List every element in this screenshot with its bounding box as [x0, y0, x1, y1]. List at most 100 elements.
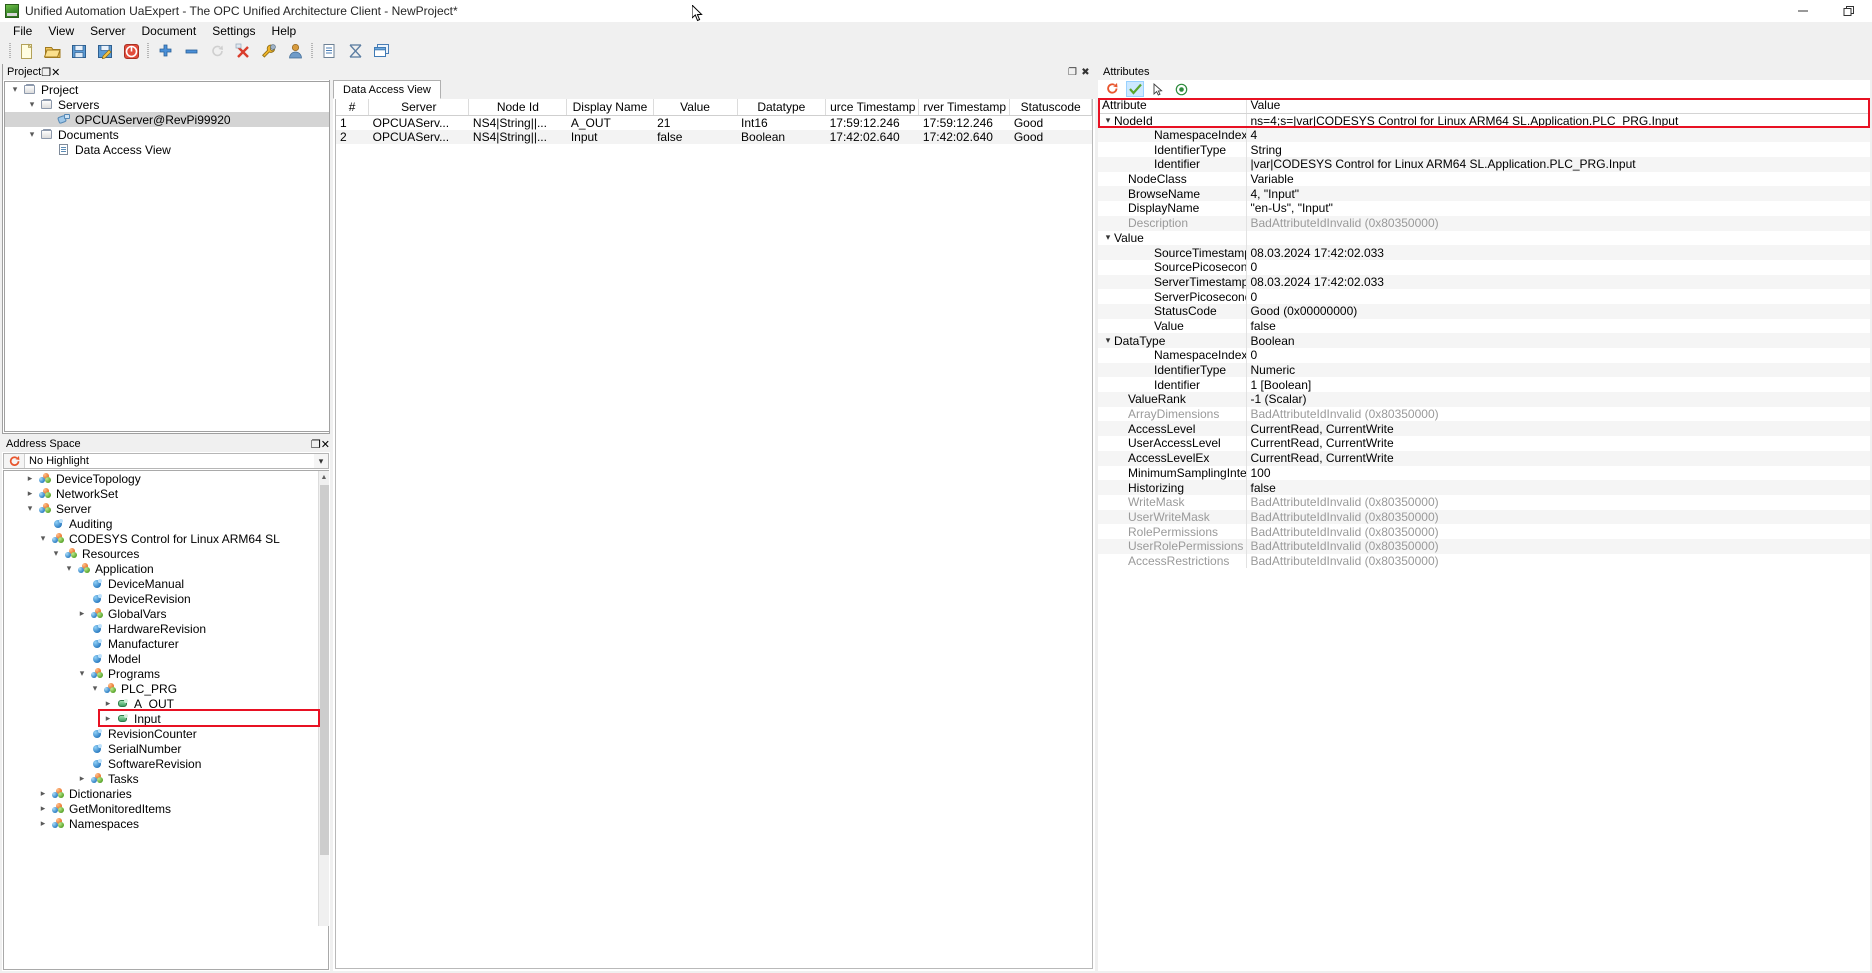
cursor-select-icon[interactable] — [1149, 81, 1167, 97]
tree-item[interactable]: ▸Input — [4, 711, 328, 726]
project-tree[interactable]: ▾Project▾Servers▸OPCUAServer@RevPi99920▾… — [4, 81, 330, 432]
chevron-right-icon[interactable]: ▸ — [101, 713, 115, 724]
chevron-down-icon[interactable]: ▾ — [25, 99, 39, 110]
tree-item[interactable]: ▸DeviceManual — [4, 576, 328, 591]
address-space-close-button[interactable]: ✕ — [321, 438, 330, 451]
data-access-table-body[interactable]: 1OPCUAServ...NS4|String||...A_OUT21Int16… — [336, 115, 1092, 144]
column-header[interactable]: Statuscode — [1010, 99, 1092, 115]
attribute-row[interactable]: ▾MinimumSamplingInterval100 — [1098, 466, 1870, 481]
menu-file[interactable]: File — [5, 23, 40, 39]
chevron-down-icon[interactable]: ▾ — [75, 668, 89, 679]
chevron-down-icon[interactable]: ▾ — [1102, 232, 1114, 243]
tree-item[interactable]: ▾Programs — [4, 666, 328, 681]
attribute-row[interactable]: ▾DisplayName"en-Us", "Input" — [1098, 201, 1870, 216]
restore-button[interactable] — [1826, 0, 1872, 22]
certificate-icon[interactable] — [342, 40, 368, 62]
attribute-row[interactable]: ▾ServerPicoseconds0 — [1098, 289, 1870, 304]
attribute-row[interactable]: ▾Identifier1 [Boolean] — [1098, 377, 1870, 392]
column-header[interactable]: Node Id — [469, 99, 567, 115]
attribute-row[interactable]: ▾WriteMaskBadAttributeIdInvalid (0x80350… — [1098, 495, 1870, 510]
attribute-row[interactable]: ▾RolePermissionsBadAttributeIdInvalid (0… — [1098, 524, 1870, 539]
tree-item[interactable]: ▸DeviceRevision — [4, 591, 328, 606]
attribute-row[interactable]: ▾Valuefalse — [1098, 319, 1870, 334]
new-window-icon[interactable] — [368, 40, 394, 62]
address-space-float-button[interactable]: ❐ — [311, 438, 321, 451]
document-close-button[interactable]: ✖ — [1079, 67, 1092, 78]
attributes-table-body[interactable]: AttributeValue▾NodeIdns=4;s=|var|CODESYS… — [1098, 98, 1870, 568]
value-column-header[interactable]: Value — [1246, 98, 1870, 113]
tree-item[interactable]: ▾Servers — [5, 97, 329, 112]
tree-item[interactable]: ▾Project — [5, 82, 329, 97]
attribute-row[interactable]: ▾IdentifierTypeNumeric — [1098, 363, 1870, 378]
save-project-icon[interactable] — [66, 40, 92, 62]
chevron-down-icon[interactable]: ▾ — [36, 533, 50, 544]
add-document-icon[interactable] — [316, 40, 342, 62]
remove-server-icon[interactable] — [178, 40, 204, 62]
scrollbar-thumb[interactable] — [320, 485, 329, 855]
attribute-row[interactable]: ▾UserAccessLevelCurrentRead, CurrentWrit… — [1098, 436, 1870, 451]
record-target-icon[interactable] — [1172, 81, 1190, 97]
chevron-right-icon[interactable]: ▸ — [36, 788, 50, 799]
chevron-down-icon[interactable]: ▾ — [23, 503, 37, 514]
chevron-right-icon[interactable]: ▸ — [36, 818, 50, 829]
delete-icon[interactable] — [230, 40, 256, 62]
column-header[interactable]: urce Timestamp — [826, 99, 919, 115]
project-panel-close-button[interactable]: ✕ — [51, 66, 60, 79]
chevron-right-icon[interactable]: ▸ — [23, 473, 37, 484]
attribute-row[interactable]: ▾NamespaceIndex0 — [1098, 348, 1870, 363]
attribute-row[interactable]: ▾Value — [1098, 231, 1870, 246]
add-server-icon[interactable] — [152, 40, 178, 62]
chevron-right-icon[interactable]: ▸ — [36, 803, 50, 814]
refresh-attributes-icon[interactable] — [1103, 81, 1121, 97]
attributes-grid[interactable]: AttributeValue▾NodeIdns=4;s=|var|CODESYS… — [1098, 98, 1870, 971]
tree-item[interactable]: ▸Data Access View — [5, 142, 329, 157]
attribute-row[interactable]: ▾DescriptionBadAttributeIdInvalid (0x803… — [1098, 216, 1870, 231]
chevron-right-icon[interactable]: ▸ — [23, 488, 37, 499]
tree-item[interactable]: ▸RevisionCounter — [4, 726, 328, 741]
tree-item[interactable]: ▾Server — [4, 501, 328, 516]
attribute-row[interactable]: ▾DataTypeBoolean — [1098, 333, 1870, 348]
new-project-icon[interactable] — [14, 40, 40, 62]
tab-data-access-view[interactable]: Data Access View — [333, 80, 441, 99]
tree-item[interactable]: ▸Auditing — [4, 516, 328, 531]
chevron-down-icon[interactable]: ▾ — [25, 129, 39, 140]
save-as-project-icon[interactable] — [92, 40, 118, 62]
attribute-row[interactable]: ▾IdentifierTypeString — [1098, 142, 1870, 157]
menu-settings[interactable]: Settings — [204, 23, 263, 39]
tree-item[interactable]: ▸Dictionaries — [4, 786, 328, 801]
chevron-down-icon[interactable]: ▾ — [49, 548, 63, 559]
chevron-down-icon[interactable]: ▾ — [88, 683, 102, 694]
table-row[interactable]: 1OPCUAServ...NS4|String||...A_OUT21Int16… — [336, 115, 1092, 130]
attribute-row[interactable]: ▾Identifier|var|CODESYS Control for Linu… — [1098, 157, 1870, 172]
column-header[interactable]: Server — [369, 99, 469, 115]
chevron-down-icon[interactable]: ▾ — [1102, 335, 1114, 346]
address-space-scrollbar[interactable]: ▲ — [318, 471, 329, 926]
configure-icon[interactable] — [256, 40, 282, 62]
attribute-row[interactable]: ▾NamespaceIndex4 — [1098, 128, 1870, 143]
chevron-down-icon[interactable]: ▾ — [1102, 115, 1114, 126]
attribute-row[interactable]: ▾StatusCodeGood (0x00000000) — [1098, 304, 1870, 319]
disconnect-icon[interactable] — [118, 40, 144, 62]
table-row[interactable]: 2OPCUAServ...NS4|String||...InputfalseBo… — [336, 130, 1092, 144]
tree-item[interactable]: ▸A_OUT — [4, 696, 328, 711]
chevron-right-icon[interactable]: ▸ — [101, 698, 115, 709]
tree-item[interactable]: ▸OPCUAServer@RevPi99920 — [5, 112, 329, 127]
tree-item[interactable]: ▸Model — [4, 651, 328, 666]
tree-item[interactable]: ▸HardwareRevision — [4, 621, 328, 636]
highlight-filter-select[interactable]: No Highlight — [24, 454, 314, 468]
attribute-row[interactable]: ▾ServerTimestamp08.03.2024 17:42:02.033 — [1098, 275, 1870, 290]
attribute-row[interactable]: ▾NodeClassVariable — [1098, 172, 1870, 187]
tree-item[interactable]: ▸SerialNumber — [4, 741, 328, 756]
document-float-button[interactable]: ❐ — [1066, 67, 1079, 78]
attribute-column-header[interactable]: Attribute — [1098, 98, 1246, 113]
tree-item[interactable]: ▸Tasks — [4, 771, 328, 786]
menu-view[interactable]: View — [40, 23, 82, 39]
scroll-up-icon[interactable]: ▲ — [319, 471, 329, 483]
check-validate-icon[interactable] — [1126, 81, 1144, 97]
attribute-row[interactable]: ▾SourcePicoseconds0 — [1098, 260, 1870, 275]
attribute-row[interactable]: ▾UserWriteMaskBadAttributeIdInvalid (0x8… — [1098, 510, 1870, 525]
tree-item[interactable]: ▾Documents — [5, 127, 329, 142]
tree-item[interactable]: ▸DeviceTopology — [4, 471, 328, 486]
attribute-row[interactable]: ▾AccessLevelCurrentRead, CurrentWrite — [1098, 421, 1870, 436]
tree-item[interactable]: ▾Application — [4, 561, 328, 576]
